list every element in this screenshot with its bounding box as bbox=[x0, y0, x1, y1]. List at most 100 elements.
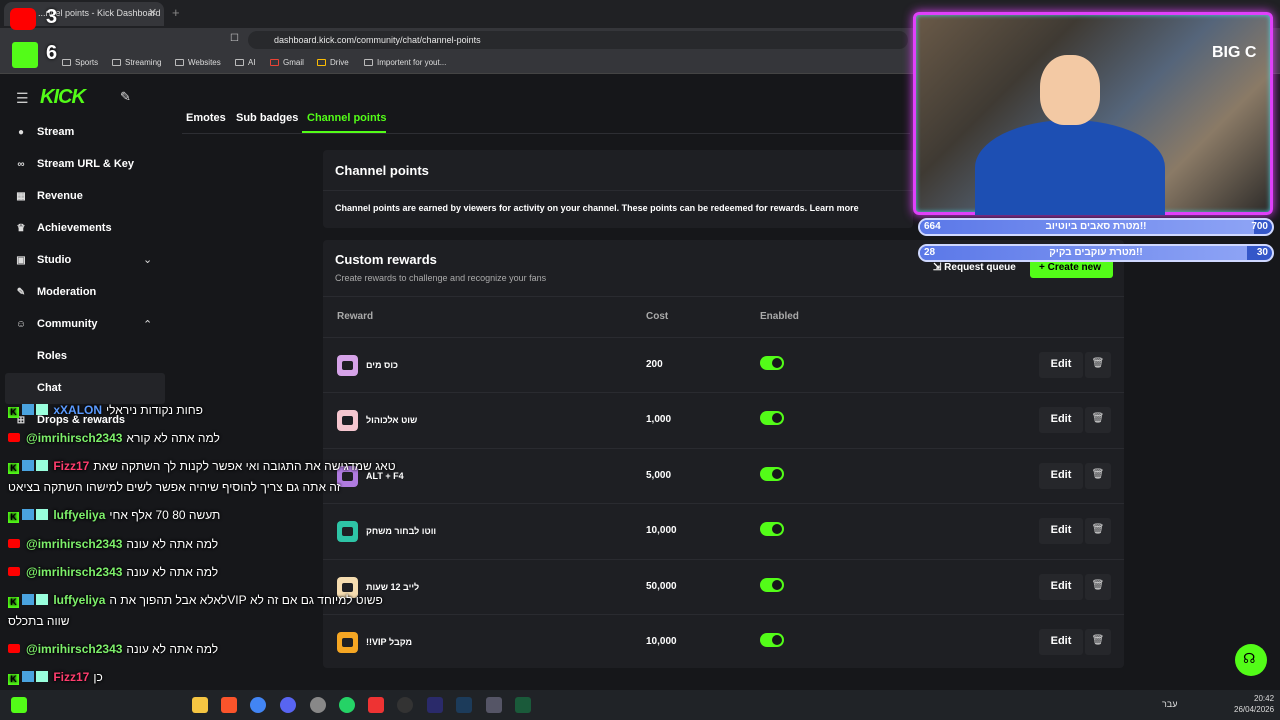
premiere-icon[interactable] bbox=[427, 697, 443, 713]
bookmark-gmail[interactable]: Gmail bbox=[270, 58, 304, 67]
folder-icon bbox=[364, 59, 373, 66]
close-tab-icon[interactable]: ✕ bbox=[148, 6, 157, 19]
channel-points-title: Channel points bbox=[335, 163, 429, 178]
chat-text: למה אתה לא עונה bbox=[126, 565, 219, 579]
edit-reward-button[interactable]: Edit bbox=[1039, 462, 1083, 489]
sidebar-item-chat[interactable]: Chat bbox=[37, 382, 61, 394]
chat-username: @imrihirsch2343 bbox=[26, 565, 123, 579]
discord-icon[interactable] bbox=[280, 697, 296, 713]
tab-channel-points[interactable]: Channel points bbox=[307, 112, 386, 124]
menu-icon[interactable]: ☰ bbox=[16, 90, 29, 107]
edit-reward-button[interactable]: Edit bbox=[1039, 407, 1083, 434]
sidebar-item-achievements[interactable]: ♛ Achievements bbox=[15, 222, 112, 234]
settings-icon[interactable] bbox=[310, 697, 326, 713]
bookmark-label: Websites bbox=[188, 58, 221, 67]
chat-message: @imrihirsch2343 למה אתה לא קורא bbox=[8, 431, 220, 445]
sidebar-item-moderation[interactable]: ✎ Moderation bbox=[15, 286, 96, 298]
delete-reward-button[interactable]: 🗑 bbox=[1085, 407, 1111, 434]
app-icon[interactable] bbox=[368, 697, 384, 713]
bookmark-star-icon[interactable]: ☐ bbox=[230, 33, 239, 44]
column-header-reward: Reward bbox=[337, 311, 374, 322]
folder-icon bbox=[175, 59, 184, 66]
bookmark-importent[interactable]: Importent for yout... bbox=[364, 58, 446, 67]
sidebar-item-label: Revenue bbox=[37, 190, 83, 202]
chrome-icon[interactable] bbox=[250, 697, 266, 713]
chat-username: @imrihirsch2343 bbox=[26, 642, 123, 656]
sidebar-item-stream[interactable]: ● Stream bbox=[15, 126, 74, 138]
whatsapp-icon[interactable] bbox=[339, 697, 355, 713]
chat-text: פשוט למיוחד גם אם זה לא VIPלאלא אבל תהפו… bbox=[109, 593, 383, 607]
edit-reward-button[interactable]: Edit bbox=[1039, 352, 1083, 378]
reward-icon bbox=[337, 632, 358, 653]
chevron-down-icon[interactable]: ⌄ bbox=[143, 253, 152, 266]
edit-reward-button[interactable]: Edit bbox=[1039, 518, 1083, 545]
bookmark-drive[interactable]: Drive bbox=[317, 58, 349, 67]
chat-text: פחות נקודות ניראלי bbox=[106, 403, 203, 417]
webcam-person-face bbox=[1040, 55, 1100, 125]
kick-badge-icon: K bbox=[8, 463, 19, 474]
kick-logo[interactable]: KICK bbox=[40, 86, 86, 109]
language-indicator[interactable]: עבר bbox=[1162, 699, 1177, 709]
delete-reward-button[interactable]: 🗑 bbox=[1085, 518, 1111, 545]
bookmark-sports[interactable]: Sports bbox=[62, 58, 98, 67]
youtube-badge-icon bbox=[8, 539, 20, 548]
brave-icon[interactable] bbox=[221, 697, 237, 713]
reward-enabled-toggle[interactable] bbox=[760, 633, 784, 647]
sidebar-item-label: Stream bbox=[37, 126, 75, 138]
request-queue-button[interactable]: ⇲ Request queue bbox=[933, 262, 1016, 273]
file-explorer-icon[interactable] bbox=[192, 697, 208, 713]
url-field[interactable]: dashboard.kick.com/community/chat/channe… bbox=[248, 31, 908, 49]
sub-badge-icon bbox=[36, 671, 48, 682]
photoshop-icon[interactable] bbox=[456, 697, 472, 713]
queue-icon: ⇲ bbox=[933, 262, 945, 273]
obs-icon[interactable] bbox=[397, 697, 413, 713]
revenue-icon: ▦ bbox=[16, 191, 26, 202]
subscriber-badge-icon bbox=[22, 671, 34, 682]
delete-reward-button[interactable]: 🗑 bbox=[1085, 462, 1111, 489]
reward-enabled-toggle[interactable] bbox=[760, 411, 784, 426]
chevron-up-icon[interactable]: ⌃ bbox=[143, 318, 152, 331]
edit-reward-button[interactable]: Edit bbox=[1039, 573, 1083, 600]
bookmark-websites[interactable]: Websites bbox=[175, 58, 221, 67]
reward-name: ווטו לבחור משחק bbox=[366, 526, 437, 537]
sidebar-item-stream-url[interactable]: ∞ Stream URL & Key bbox=[15, 158, 134, 170]
start-kick-icon[interactable] bbox=[11, 697, 27, 713]
big-c-logo: BIG C bbox=[1212, 44, 1257, 61]
pin-icon[interactable]: ✎ bbox=[120, 89, 131, 105]
gear-icon[interactable] bbox=[486, 697, 502, 713]
chat-username: @imrihirsch2343 bbox=[26, 537, 123, 551]
folder-icon bbox=[235, 59, 244, 66]
system-clock[interactable]: 20:42 26/04/2026 bbox=[1234, 693, 1274, 715]
custom-rewards-title: Custom rewards bbox=[335, 252, 437, 267]
reward-enabled-toggle[interactable] bbox=[760, 577, 784, 592]
create-new-label: Create new bbox=[1047, 262, 1101, 273]
trash-icon: 🗑 bbox=[1091, 635, 1105, 646]
tab-emotes[interactable]: Emotes bbox=[186, 112, 226, 124]
active-tab-indicator bbox=[302, 131, 386, 133]
drive-icon bbox=[317, 59, 326, 66]
sidebar-item-community[interactable]: ☺ Community bbox=[15, 318, 98, 330]
chat-message: K luffyeliya תעשה 80 70 אלף אחי bbox=[8, 508, 220, 523]
sidebar-item-studio[interactable]: ▣ Studio bbox=[15, 254, 71, 266]
tab-sub-badges[interactable]: Sub badges bbox=[236, 112, 298, 124]
reward-name: כוס מים bbox=[366, 360, 399, 370]
bookmark-streaming[interactable]: Streaming bbox=[112, 58, 161, 67]
sidebar-item-label: Studio bbox=[37, 254, 72, 266]
reward-row: מקבל VIP!! 10,000 Edit 🗑 bbox=[323, 614, 1124, 669]
new-tab-icon[interactable]: + bbox=[172, 5, 180, 20]
sidebar-item-roles[interactable]: Roles bbox=[37, 350, 67, 362]
kick-app-icon[interactable] bbox=[515, 697, 531, 713]
edit-reward-button[interactable]: Edit bbox=[1039, 629, 1083, 655]
delete-reward-button[interactable]: 🗑 bbox=[1085, 352, 1111, 378]
reward-enabled-toggle[interactable] bbox=[760, 522, 784, 537]
reward-enabled-toggle[interactable] bbox=[760, 466, 784, 481]
delete-reward-button[interactable]: 🗑 bbox=[1085, 629, 1111, 655]
bookmark-ai[interactable]: AI bbox=[235, 58, 256, 67]
wrench-icon: ✎ bbox=[16, 287, 26, 298]
sidebar-item-revenue[interactable]: ▦ Revenue bbox=[15, 190, 83, 202]
chat-text: למה אתה לא קורא bbox=[126, 431, 220, 445]
sidebar-item-chat-active-bg bbox=[5, 373, 165, 404]
delete-reward-button[interactable]: 🗑 bbox=[1085, 573, 1111, 600]
sub-badge-icon bbox=[36, 509, 48, 520]
reward-enabled-toggle[interactable] bbox=[760, 356, 784, 370]
